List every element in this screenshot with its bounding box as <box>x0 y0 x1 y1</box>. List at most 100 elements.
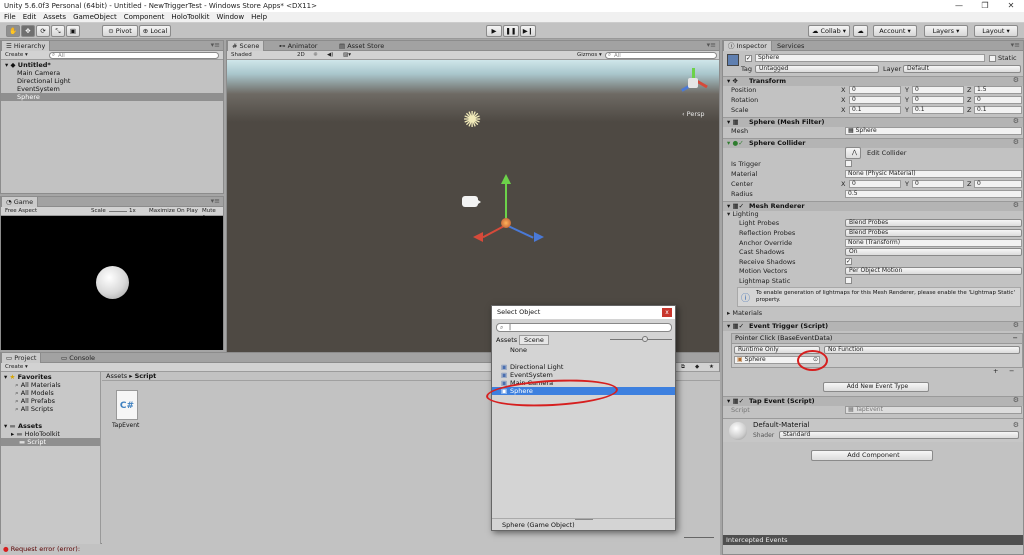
panel-menu-icon[interactable]: ▾≡ <box>211 197 220 205</box>
mesh-filter-header[interactable]: ▾ ▦ Sphere (Mesh Filter) <box>723 117 1023 127</box>
gear-icon[interactable]: ⚙ <box>1013 201 1019 209</box>
rect-tool-button[interactable]: ▣ <box>66 25 80 37</box>
audio-toggle-icon[interactable]: ◀) <box>327 52 333 59</box>
aspect-dropdown[interactable]: Free Aspect <box>5 208 37 215</box>
gear-icon[interactable]: ⚙ <box>1013 421 1019 429</box>
csharp-file-icon[interactable]: C# <box>116 390 138 420</box>
dialog-search-input[interactable]: | <box>496 323 672 332</box>
select-option-none[interactable]: None <box>492 346 675 354</box>
directional-light-icon[interactable]: ✺ <box>463 110 481 132</box>
collab-button[interactable]: ☁ Collab ▾ <box>808 25 850 37</box>
material-field[interactable]: None (Physic Material) <box>845 170 1022 178</box>
static-checkbox[interactable] <box>989 55 996 62</box>
tab-services[interactable]: Services <box>773 41 808 51</box>
rotation-y-field[interactable]: 0 <box>912 96 964 104</box>
status-bar[interactable]: ● Request error (error): <box>0 544 720 555</box>
minimize-button[interactable]: — <box>946 0 972 12</box>
remove-event-icon[interactable]: − <box>1013 334 1018 343</box>
layer-dropdown[interactable]: Default <box>903 65 1021 73</box>
mode-2d-toggle[interactable]: 2D <box>297 52 305 59</box>
object-name-field[interactable]: Sphere <box>755 54 985 62</box>
menu-help[interactable]: Help <box>251 12 267 23</box>
zoom-slider-thumb[interactable] <box>642 336 648 342</box>
hierarchy-item[interactable]: Directional Light <box>1 77 223 85</box>
hand-tool-button[interactable]: ✋ <box>6 25 20 37</box>
tab-console[interactable]: ▭ Console <box>57 353 99 363</box>
gear-icon[interactable]: ⚙ <box>1013 396 1019 404</box>
radius-field[interactable]: 0.5 <box>845 190 1022 198</box>
gizmos-dropdown[interactable]: Gizmos ▾ <box>577 52 602 59</box>
search-input[interactable]: All <box>49 52 219 59</box>
center-x-field[interactable]: 0 <box>849 180 901 188</box>
icon-size-slider[interactable] <box>684 537 714 538</box>
material-section[interactable]: Default-Material Shader Standard ⚙ <box>723 418 1023 442</box>
breadcrumb-item[interactable]: Script <box>135 372 157 380</box>
close-icon[interactable]: x <box>662 308 672 317</box>
favorite-item[interactable]: ⌕ All Prefabs <box>1 397 100 405</box>
add-component-button[interactable]: Add Component <box>811 450 933 461</box>
anchor-override-field[interactable]: None (Transform) <box>845 239 1022 247</box>
position-x-field[interactable]: 0 <box>849 86 901 94</box>
hierarchy-item[interactable]: EventSystem <box>1 85 223 93</box>
intercepted-events-bar[interactable]: Intercepted Events <box>723 535 1023 545</box>
filter-by-label-icon[interactable]: ◆ <box>695 364 699 371</box>
game-viewport[interactable] <box>1 216 223 350</box>
light-probes-dropdown[interactable]: Blend Probes <box>845 219 1022 227</box>
persp-label[interactable]: ‹ Persp <box>682 110 705 118</box>
tab-scene[interactable]: # Scene <box>227 41 265 51</box>
menu-gameobject[interactable]: GameObject <box>73 12 117 23</box>
local-toggle[interactable]: ⊕ Local <box>139 25 171 37</box>
mesh-field[interactable]: ▦ Sphere <box>845 127 1022 135</box>
favorite-item[interactable]: ⌕ All Models <box>1 389 100 397</box>
menu-assets[interactable]: Assets <box>43 12 66 23</box>
shader-dropdown[interactable]: Standard <box>779 431 1019 439</box>
favorite-icon[interactable]: ★ <box>709 364 714 371</box>
z-arrow-icon[interactable] <box>534 232 544 242</box>
rotate-tool-button[interactable]: ⟳ <box>36 25 50 37</box>
select-option[interactable]: ▣ EventSystem <box>492 371 675 379</box>
close-window-button[interactable]: ✕ <box>998 0 1024 12</box>
rotation-z-field[interactable]: 0 <box>974 96 1022 104</box>
add-event-type-button[interactable]: Add New Event Type <box>823 382 929 392</box>
tab-asset-store[interactable]: ▤ Asset Store <box>335 41 388 51</box>
edit-collider-button[interactable]: ⋀ <box>845 147 861 159</box>
menu-edit[interactable]: Edit <box>23 12 37 23</box>
create-button[interactable]: Create ▾ <box>5 52 28 59</box>
panel-menu-icon[interactable]: ▾≡ <box>211 41 220 49</box>
tab-inspector[interactable]: ⓘ Inspector <box>723 41 772 51</box>
menu-component[interactable]: Component <box>124 12 165 23</box>
tab-project[interactable]: ▭ Project <box>1 353 42 363</box>
play-button[interactable]: ▶ <box>486 25 502 37</box>
panel-menu-icon[interactable]: ▾≡ <box>707 41 716 49</box>
materials-foldout[interactable]: ▸ Materials <box>727 309 762 317</box>
tab-hierarchy[interactable]: ☰ Hierarchy <box>1 41 51 51</box>
scale-y-field[interactable]: 0.1 <box>912 106 964 114</box>
mute-audio-toggle[interactable]: Mute Au <box>202 208 223 221</box>
lighting-toggle-icon[interactable]: ☼ <box>313 52 318 59</box>
scale-slider[interactable] <box>109 211 127 212</box>
position-z-field[interactable]: 1.5 <box>974 86 1022 94</box>
function-dropdown[interactable]: No Function <box>824 346 1020 354</box>
zoom-slider[interactable] <box>610 339 672 340</box>
scene-root[interactable]: ▾ ◆ Untitled* <box>1 61 223 69</box>
pause-button[interactable]: ❚❚ <box>503 25 519 37</box>
event-trigger-header[interactable]: ▾ ▦✓ Event Trigger (Script) <box>723 321 1023 331</box>
rotation-x-field[interactable]: 0 <box>849 96 901 104</box>
lightmap-static-checkbox[interactable] <box>845 277 852 284</box>
x-arrow-icon[interactable] <box>473 232 483 242</box>
gear-icon[interactable]: ⚙ <box>1013 117 1019 125</box>
account-dropdown[interactable]: Account ▾ <box>873 25 917 37</box>
y-arrow-icon[interactable] <box>501 174 511 184</box>
pivot-toggle[interactable]: ⊙ Pivot <box>102 25 138 37</box>
transform-header[interactable]: ▾ ✥ Transform <box>723 76 1023 86</box>
tag-dropdown[interactable]: Untagged <box>755 65 879 73</box>
menu-holotoolkit[interactable]: HoloToolkit <box>171 12 209 23</box>
maximize-button[interactable]: ❐ <box>972 0 998 12</box>
tab-animator[interactable]: ⊷ Animator <box>275 41 321 51</box>
tab-scene[interactable]: Scene <box>519 335 549 345</box>
selected-sphere[interactable] <box>501 218 511 228</box>
center-z-field[interactable]: 0 <box>974 180 1022 188</box>
move-tool-button[interactable]: ✥ <box>21 25 35 37</box>
scene-search-input[interactable]: All <box>605 52 717 59</box>
receive-shadows-checkbox[interactable]: ✓ <box>845 258 852 265</box>
